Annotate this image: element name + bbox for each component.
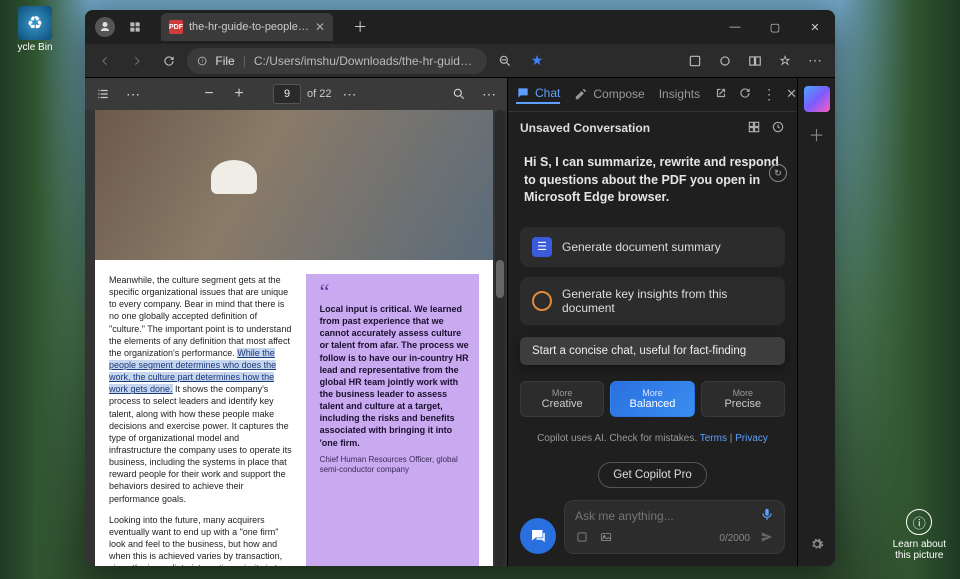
- get-pro-button[interactable]: Get Copilot Pro: [598, 462, 707, 488]
- mic-icon[interactable]: [760, 507, 774, 524]
- copilot-greeting: Hi S, I can summarize, rewrite and respo…: [520, 144, 785, 217]
- more-button[interactable]: ⋯: [801, 47, 829, 75]
- recycle-bin[interactable]: ycle Bin: [10, 6, 60, 53]
- new-tab-button[interactable]: ＋: [347, 14, 373, 40]
- new-topic-button[interactable]: [520, 518, 556, 554]
- forward-button[interactable]: [123, 47, 151, 75]
- page-count: of 22: [307, 88, 331, 100]
- history-icon[interactable]: [771, 120, 785, 137]
- style-precise[interactable]: MorePrecise: [701, 381, 785, 417]
- refresh-button[interactable]: [155, 47, 183, 75]
- tab-title: the-hr-guide-to-people-and-cult: [189, 21, 309, 33]
- find-button[interactable]: [447, 82, 471, 106]
- recycle-bin-label: ycle Bin: [10, 42, 60, 53]
- pdf-more-right[interactable]: ⋯: [477, 82, 501, 106]
- ask-input[interactable]: [575, 509, 752, 523]
- url-scheme: File: [215, 54, 234, 68]
- style-tooltip: Start a concise chat, useful for fact-fi…: [520, 337, 785, 365]
- tab-close-icon[interactable]: ✕: [315, 20, 325, 34]
- pdf-page-area[interactable]: Meanwhile, the culture segment gets at t…: [85, 110, 507, 566]
- browser-tab[interactable]: PDF the-hr-guide-to-people-and-cult ✕: [161, 13, 333, 41]
- url-field[interactable]: i File | C:/Users/imshu/Downloads/the-hr…: [187, 48, 487, 74]
- kebab-icon[interactable]: ⋮: [762, 86, 776, 103]
- collections-button[interactable]: [771, 47, 799, 75]
- edge-window: PDF the-hr-guide-to-people-and-cult ✕ ＋ …: [85, 10, 835, 566]
- summary-icon: ☰: [532, 237, 552, 257]
- pdf-page: Meanwhile, the culture segment gets at t…: [95, 110, 493, 566]
- attach-icon[interactable]: [575, 530, 589, 547]
- pdf-toolbar: ⋯ − + of 22 ⋯ ⋯: [85, 78, 507, 110]
- copilot-tabs: Chat Compose Insights ⋮ ✕: [508, 78, 797, 112]
- svg-text:i: i: [202, 58, 203, 64]
- send-icon[interactable]: [760, 530, 774, 547]
- pdf-pullquote: “ Local input is critical. We learned fr…: [306, 274, 479, 566]
- conversation-title: Unsaved Conversation: [520, 121, 650, 135]
- maximize-button[interactable]: ▢: [755, 10, 795, 44]
- chat-icon: [516, 86, 530, 100]
- sidebar-add-button[interactable]: ＋: [808, 122, 824, 146]
- spotlight-info[interactable]: ⓘ Learn about this picture: [893, 509, 946, 561]
- conversation-title-row: Unsaved Conversation: [508, 112, 797, 144]
- copilot-sidebar-icon[interactable]: [804, 86, 830, 112]
- copilot-panel: Chat Compose Insights ⋮ ✕ Unsave: [507, 78, 797, 566]
- scroll-thumb[interactable]: [496, 260, 504, 298]
- spotlight-icon: ⓘ: [906, 509, 932, 535]
- conversation-styles: MoreCreative MoreBalanced MorePrecise: [520, 381, 785, 417]
- read-aloud-icon[interactable]: ↻: [769, 164, 787, 182]
- edge-sidebar: ＋: [797, 78, 835, 566]
- open-link-icon[interactable]: [714, 86, 728, 103]
- close-window-button[interactable]: ✕: [795, 10, 835, 44]
- copilot-disclaimer: Copilot uses AI. Check for mistakes. Ter…: [520, 433, 785, 444]
- suggestion-insights[interactable]: Generate key insights from this document: [520, 277, 785, 325]
- zoom-out-icon[interactable]: [491, 47, 519, 75]
- tab-compose[interactable]: Compose: [574, 87, 644, 103]
- titlebar: PDF the-hr-guide-to-people-and-cult ✕ ＋ …: [85, 10, 835, 44]
- privacy-link[interactable]: Privacy: [735, 433, 768, 444]
- pdf-viewer: ⋯ − + of 22 ⋯ ⋯: [85, 78, 507, 566]
- tab-insights[interactable]: Insights: [659, 87, 700, 103]
- ask-input-box: 0/2000: [564, 500, 785, 554]
- split-screen-button[interactable]: [741, 47, 769, 75]
- address-bar: i File | C:/Users/imshu/Downloads/the-hr…: [85, 44, 835, 78]
- pdf-icon: PDF: [169, 20, 183, 34]
- workspaces-button[interactable]: [125, 17, 145, 37]
- contents-button[interactable]: [91, 82, 115, 106]
- grid-icon[interactable]: [747, 120, 761, 137]
- pdf-body-text: Meanwhile, the culture segment gets at t…: [109, 274, 292, 566]
- profile-button[interactable]: [95, 17, 115, 37]
- rewards-button[interactable]: [711, 47, 739, 75]
- pdf-more-left[interactable]: ⋯: [121, 82, 145, 106]
- refresh-icon[interactable]: [738, 86, 752, 103]
- pdf-scrollbar[interactable]: [495, 110, 505, 566]
- back-button[interactable]: [91, 47, 119, 75]
- info-icon: i: [197, 54, 207, 68]
- zoom-in-button[interactable]: +: [227, 82, 251, 106]
- favorite-button[interactable]: ★: [523, 47, 551, 75]
- recycle-bin-icon: [18, 6, 52, 40]
- pdf-hero-image: [95, 110, 493, 260]
- suggestion-summary[interactable]: ☰ Generate document summary: [520, 227, 785, 267]
- compose-icon: [574, 87, 588, 101]
- extensions-button[interactable]: [681, 47, 709, 75]
- url-path: C:/Users/imshu/Downloads/the-hr-guide-to…: [254, 54, 477, 68]
- tab-chat[interactable]: Chat: [516, 86, 560, 104]
- page-number-input[interactable]: [273, 84, 301, 104]
- char-counter: 0/2000: [719, 533, 750, 544]
- pdf-more-center[interactable]: ⋯: [337, 82, 361, 106]
- style-balanced[interactable]: MoreBalanced: [610, 381, 694, 417]
- style-creative[interactable]: MoreCreative: [520, 381, 604, 417]
- insights-icon: [532, 291, 552, 311]
- sidebar-settings-icon[interactable]: [810, 537, 824, 556]
- new-topic-icon: [529, 527, 547, 545]
- image-icon[interactable]: [599, 530, 613, 547]
- zoom-out-button[interactable]: −: [197, 82, 221, 106]
- minimize-button[interactable]: —: [715, 10, 755, 44]
- close-panel-icon[interactable]: ✕: [786, 86, 797, 103]
- terms-link[interactable]: Terms: [700, 433, 727, 444]
